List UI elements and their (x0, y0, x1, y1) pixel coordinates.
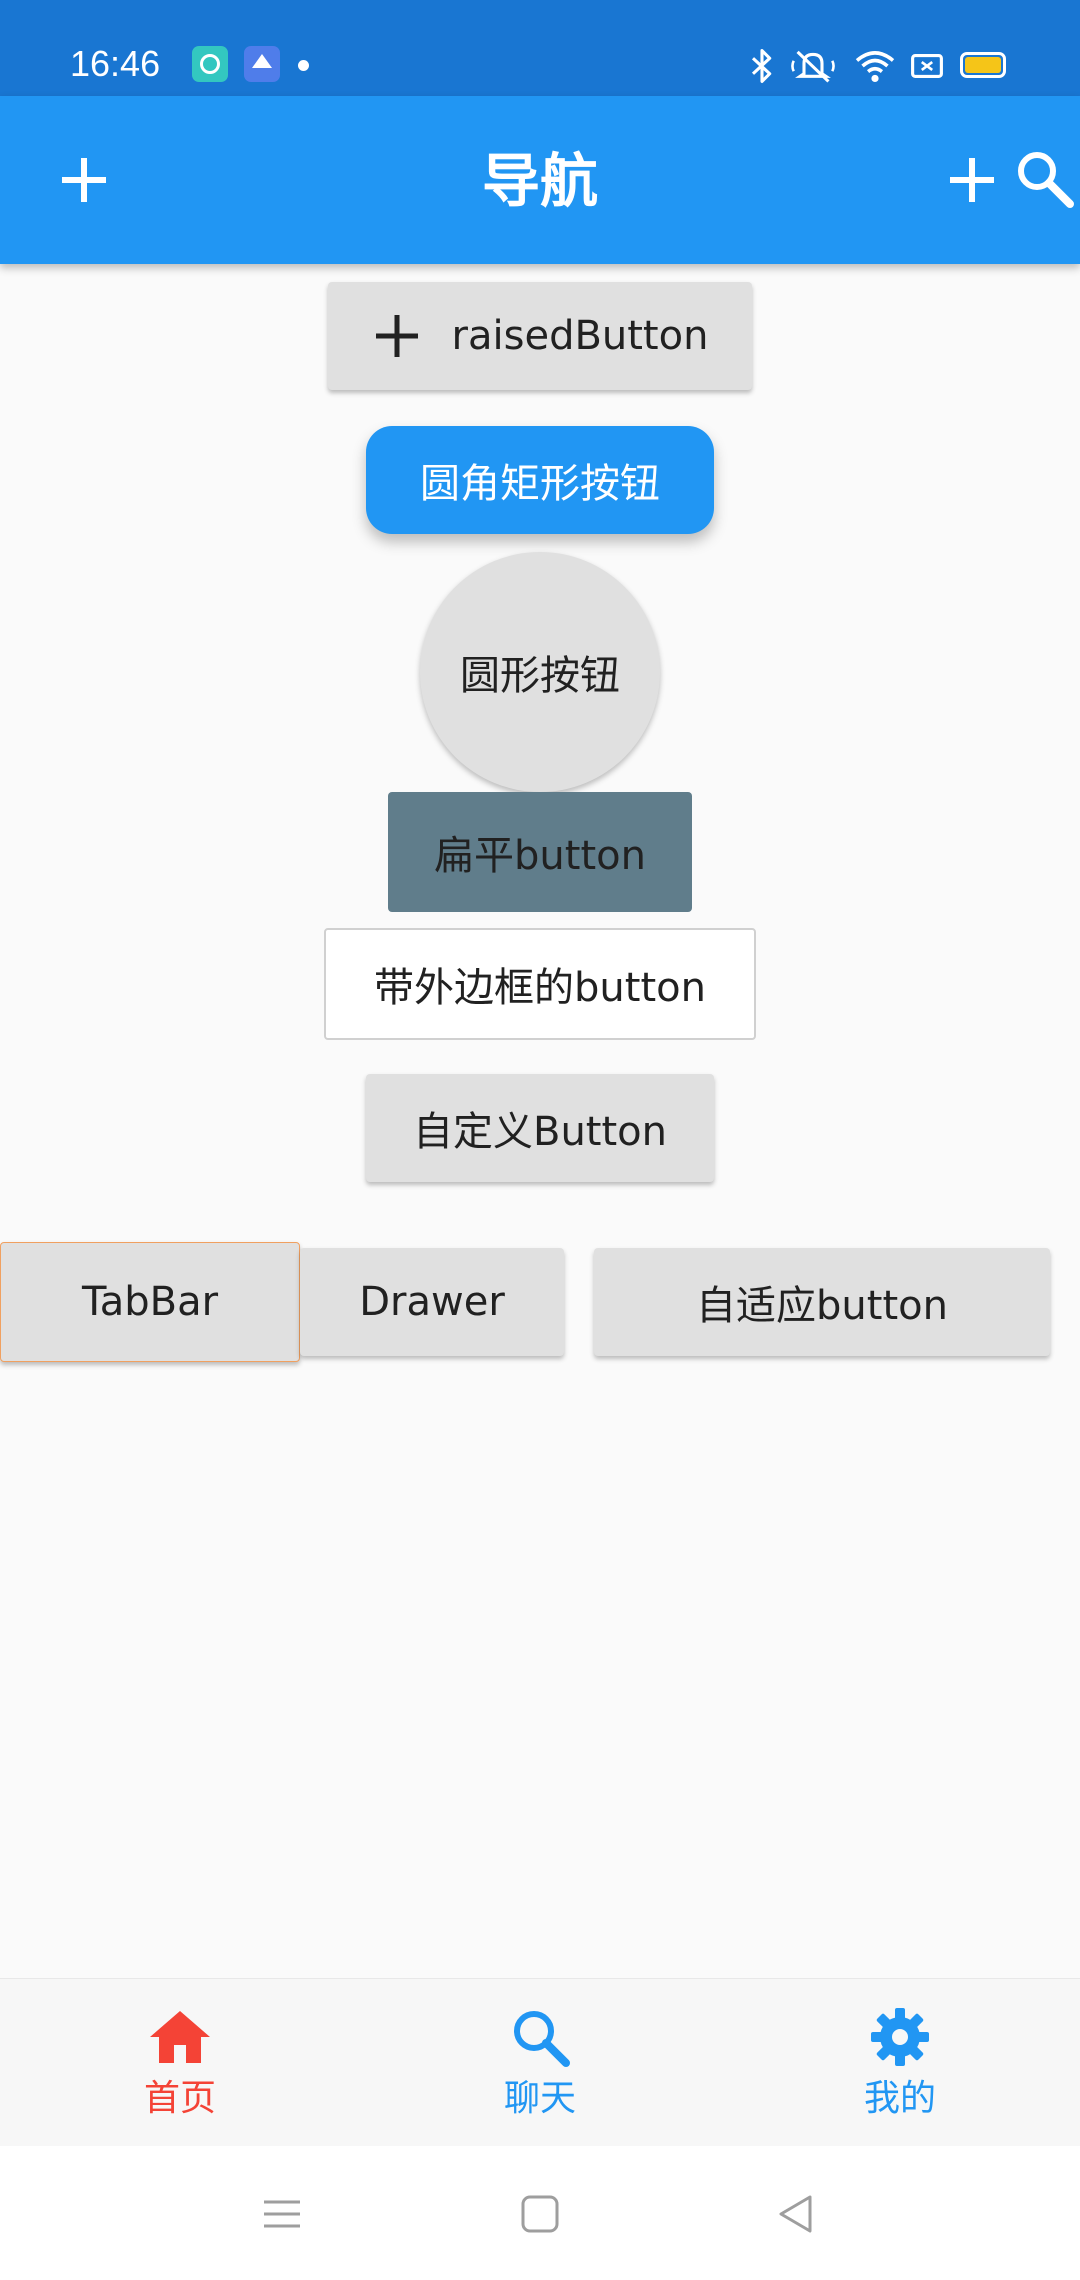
nav-item-home[interactable]: 首页 (0, 1979, 360, 2147)
home-square-icon[interactable] (520, 2194, 560, 2234)
custom-button-label: 自定义Button (413, 1109, 667, 1155)
sim-icon (911, 53, 943, 79)
battery-icon (960, 52, 1006, 78)
page-title: 导航 (481, 147, 598, 215)
nav-item-chat[interactable]: 聊天 (360, 1979, 720, 2147)
search-icon[interactable] (1012, 146, 1076, 210)
tabbar-button[interactable]: TabBar (0, 1242, 300, 1362)
circle-button[interactable]: 圆形按钮 (420, 552, 660, 792)
rounded-rect-button-label: 圆角矩形按钮 (420, 461, 660, 507)
app-bar: 导航 (0, 96, 1080, 264)
rounded-rect-button[interactable]: 圆角矩形按钮 (366, 426, 714, 534)
outlined-button[interactable]: 带外边框的button (324, 928, 756, 1040)
drawer-button-label: Drawer (359, 1279, 505, 1325)
nav-item-home-label: 首页 (143, 2078, 216, 2119)
tabbar-button-label: TabBar (81, 1279, 219, 1325)
bottom-navigation: 首页 聊天 我的 (0, 1978, 1080, 2147)
settings-icon (871, 2008, 929, 2066)
nav-item-chat-label: 聊天 (503, 2078, 576, 2119)
mute-icon (791, 50, 835, 83)
system-navigation-bar (0, 2146, 1080, 2280)
gallery-notification-icon (244, 46, 280, 82)
nav-item-mine[interactable]: 我的 (720, 1979, 1080, 2147)
drawer-button[interactable]: Drawer (300, 1248, 564, 1356)
status-time: 16:46 (70, 43, 161, 84)
circle-button-label: 圆形按钮 (460, 653, 620, 699)
nav-item-mine-label: 我的 (863, 2078, 936, 2119)
search-icon (514, 2011, 570, 2067)
back-triangle-icon[interactable] (776, 2194, 816, 2234)
bluetooth-icon (751, 49, 772, 83)
custom-button[interactable]: 自定义Button (366, 1074, 714, 1182)
adaptive-button-label: 自适应button (696, 1283, 948, 1329)
home-icon (150, 2011, 210, 2063)
raised-button[interactable]: raisedButton (328, 282, 752, 390)
battery-level (965, 57, 1001, 73)
outlined-button-label: 带外边框的button (374, 965, 706, 1011)
status-bar: 16:46 (0, 0, 1080, 96)
raised-button-label: raisedButton (451, 313, 709, 359)
menu-icon[interactable] (262, 2194, 302, 2234)
wifi-icon (855, 51, 895, 83)
flat-button-label: 扁平button (434, 833, 646, 879)
adaptive-button[interactable]: 自适应button (594, 1248, 1050, 1356)
flat-button[interactable]: 扁平button (388, 792, 692, 912)
app-notification-icon (192, 46, 228, 82)
add-icon (375, 315, 418, 357)
add-icon[interactable] (940, 148, 1004, 212)
notification-dot (298, 60, 309, 71)
